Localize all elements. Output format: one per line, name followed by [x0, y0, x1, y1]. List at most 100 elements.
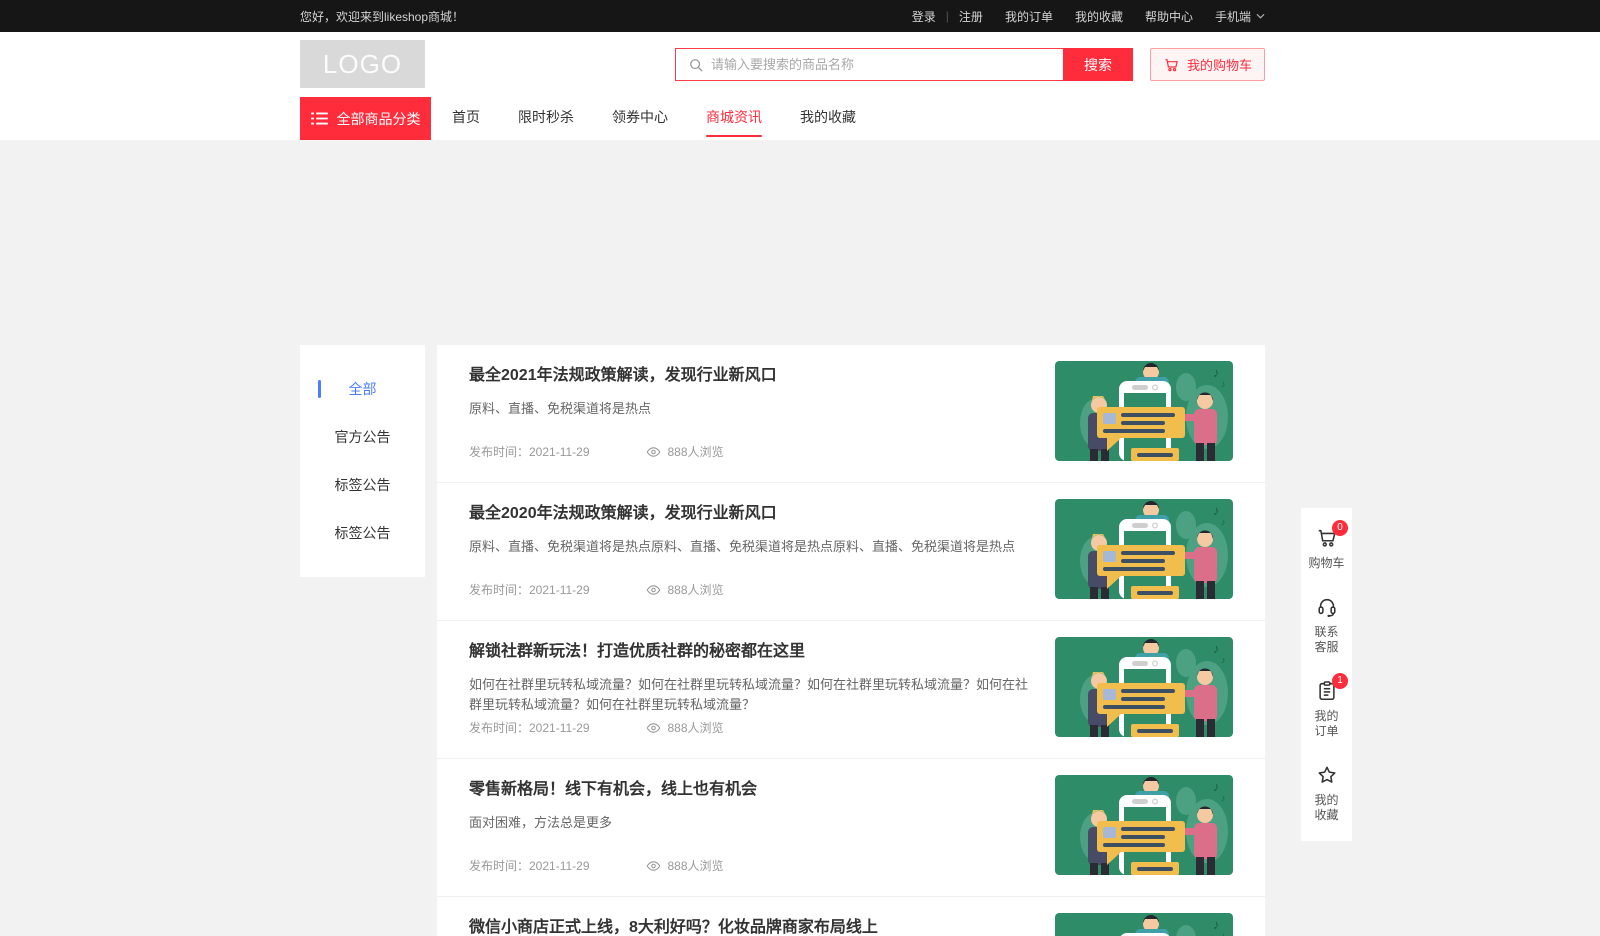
article-title[interactable]: 零售新格局！线下有机会，线上也有机会: [469, 779, 1029, 801]
article-title[interactable]: 微信小商店正式上线，8大利好吗？化妆品牌商家布局线上: [469, 917, 1029, 936]
search-icon: [689, 58, 703, 72]
my-orders-link[interactable]: 我的订单: [1005, 8, 1053, 25]
all-categories-label: 全部商品分类: [337, 109, 421, 129]
floating-side-menu: 购物车 0 联系 客服 我的 订单 1 我的 收藏: [1301, 508, 1352, 841]
view-count: 888人浏览: [668, 581, 724, 598]
publish-time: 发布时间：2021-11-29: [469, 719, 590, 736]
article-row[interactable]: 解锁社群新玩法！打造优质社群的秘密都在这里 如何在社群里玩转私域流量？如何在社群…: [437, 620, 1265, 758]
article-title[interactable]: 最全2020年法规政策解读，发现行业新风口: [469, 503, 1029, 525]
article-row[interactable]: 微信小商店正式上线，8大利好吗？化妆品牌商家布局线上 发布时间：2021-11-…: [437, 896, 1265, 936]
topbar-divider: |: [946, 9, 949, 23]
article-row[interactable]: 最全2020年法规政策解读，发现行业新风口 原料、直播、免税渠道将是热点原料、直…: [437, 482, 1265, 620]
float-my-favorites-button[interactable]: 我的 收藏: [1301, 751, 1352, 835]
help-center-link[interactable]: 帮助中心: [1145, 8, 1193, 25]
eye-icon: [646, 722, 661, 734]
article-thumbnail: ♪ ♪: [1055, 775, 1233, 875]
cart-icon: [1163, 57, 1180, 73]
article-description: 如何在社群里玩转私域流量？如何在社群里玩转私域流量？如何在社群里玩转私域流量？如…: [469, 675, 1029, 715]
article-row[interactable]: 零售新格局！线下有机会，线上也有机会 面对困难，方法总是更多 发布时间：2021…: [437, 758, 1265, 896]
category-label: 全部: [349, 379, 377, 399]
svg-text:♪: ♪: [1221, 655, 1226, 665]
orders-count-badge: 1: [1332, 673, 1348, 689]
article-thumbnail-illustration: ♪ ♪: [1055, 775, 1233, 875]
eye-icon: [646, 584, 661, 596]
svg-text:♪: ♪: [1213, 917, 1220, 932]
chevron-down-icon: [1256, 13, 1265, 19]
article-list: 最全2021年法规政策解读，发现行业新风口 原料、直播、免税渠道将是热点 发布时…: [437, 345, 1265, 936]
article-description: 原料、直播、免税渠道将是热点原料、直播、免税渠道将是热点原料、直播、免税渠道将是…: [469, 537, 1029, 577]
register-link[interactable]: 注册: [959, 8, 983, 25]
category-list-icon: [311, 112, 328, 125]
article-thumbnail: ♪ ♪: [1055, 913, 1233, 936]
article-description: 原料、直播、免税渠道将是热点: [469, 399, 1029, 439]
main-nav: 全部商品分类 首页 限时秒杀 领券中心 商城资讯 我的收藏: [0, 97, 1600, 140]
svg-text:♪: ♪: [1213, 641, 1220, 656]
nav-item-home[interactable]: 首页: [452, 97, 480, 140]
float-cart-button[interactable]: 购物车 0: [1301, 514, 1352, 583]
category-label: 标签公告: [335, 475, 391, 495]
my-favorites-link[interactable]: 我的收藏: [1075, 8, 1123, 25]
view-count: 888人浏览: [668, 443, 724, 460]
star-icon: [1316, 764, 1338, 786]
mobile-dropdown-label: 手机端: [1215, 8, 1251, 25]
view-count: 888人浏览: [668, 857, 724, 874]
search-input[interactable]: [711, 49, 1063, 80]
page-body: 全部 官方公告 标签公告 标签公告 最全2021年法规政策解读，发现行业新风口 …: [0, 140, 1600, 936]
headset-icon: [1316, 596, 1338, 618]
view-count: 888人浏览: [668, 719, 724, 736]
svg-text:♪: ♪: [1221, 793, 1226, 803]
mobile-dropdown[interactable]: 手机端: [1215, 8, 1265, 25]
article-thumbnail-illustration: ♪ ♪: [1055, 499, 1233, 599]
svg-text:♪: ♪: [1213, 779, 1220, 794]
topbar: 您好，欢迎来到likeshop商城！ 登录 | 注册 我的订单 我的收藏 帮助中…: [0, 0, 1600, 32]
eye-icon: [646, 446, 661, 458]
category-sidebar: 全部 官方公告 标签公告 标签公告: [300, 345, 425, 577]
float-my-orders-label: 我的 订单: [1314, 709, 1338, 739]
my-cart-button[interactable]: 我的购物车: [1150, 48, 1265, 81]
cart-count-badge: 0: [1332, 520, 1348, 536]
float-customer-service-label: 联系 客服: [1314, 625, 1338, 655]
category-item-all[interactable]: 全部: [300, 365, 425, 413]
article-thumbnail: ♪ ♪: [1055, 361, 1233, 461]
category-item-tag-2[interactable]: 标签公告: [300, 509, 425, 557]
my-cart-label: 我的购物车: [1187, 55, 1252, 74]
article-thumbnail: ♪ ♪: [1055, 499, 1233, 599]
publish-time: 发布时间：2021-11-29: [469, 581, 590, 598]
logo[interactable]: LOGO: [300, 40, 425, 88]
header: LOGO 搜索 我的购物车: [0, 32, 1600, 97]
svg-text:♪: ♪: [1221, 931, 1226, 936]
search-bar: 搜索: [675, 48, 1133, 81]
article-thumbnail-illustration: ♪ ♪: [1055, 361, 1233, 461]
float-cart-label: 购物车: [1308, 556, 1344, 571]
category-label: 标签公告: [335, 523, 391, 543]
article-row[interactable]: 最全2021年法规政策解读，发现行业新风口 原料、直播、免税渠道将是热点 发布时…: [437, 345, 1265, 482]
category-label: 官方公告: [335, 427, 391, 447]
nav-item-coupon-center[interactable]: 领券中心: [612, 97, 668, 140]
svg-text:♪: ♪: [1221, 517, 1226, 527]
article-title[interactable]: 解锁社群新玩法！打造优质社群的秘密都在这里: [469, 641, 1029, 663]
publish-time: 发布时间：2021-11-29: [469, 857, 590, 874]
category-item-tag-1[interactable]: 标签公告: [300, 461, 425, 509]
search-button[interactable]: 搜索: [1063, 48, 1133, 81]
nav-item-my-favorites[interactable]: 我的收藏: [800, 97, 856, 140]
float-my-favorites-label: 我的 收藏: [1314, 793, 1338, 823]
nav-item-flash-sale[interactable]: 限时秒杀: [518, 97, 574, 140]
welcome-text: 您好，欢迎来到likeshop商城！: [300, 8, 464, 25]
eye-icon: [646, 860, 661, 872]
article-thumbnail-illustration: ♪ ♪: [1055, 913, 1233, 936]
article-thumbnail-illustration: ♪ ♪: [1055, 637, 1233, 737]
svg-text:♪: ♪: [1213, 365, 1220, 380]
article-title[interactable]: 最全2021年法规政策解读，发现行业新风口: [469, 365, 1029, 387]
float-my-orders-button[interactable]: 我的 订单 1: [1301, 667, 1352, 751]
nav-links: 首页 限时秒杀 领券中心 商城资讯 我的收藏: [452, 97, 856, 140]
svg-text:♪: ♪: [1221, 379, 1226, 389]
svg-text:♪: ♪: [1213, 503, 1220, 518]
active-indicator-bar: [318, 380, 321, 398]
all-categories-button[interactable]: 全部商品分类: [300, 97, 431, 140]
publish-time: 发布时间：2021-11-29: [469, 443, 590, 460]
login-link[interactable]: 登录: [912, 8, 936, 25]
float-customer-service-button[interactable]: 联系 客服: [1301, 583, 1352, 667]
category-item-official[interactable]: 官方公告: [300, 413, 425, 461]
article-description: 面对困难，方法总是更多: [469, 813, 1029, 853]
nav-item-mall-news[interactable]: 商城资讯: [706, 97, 762, 140]
